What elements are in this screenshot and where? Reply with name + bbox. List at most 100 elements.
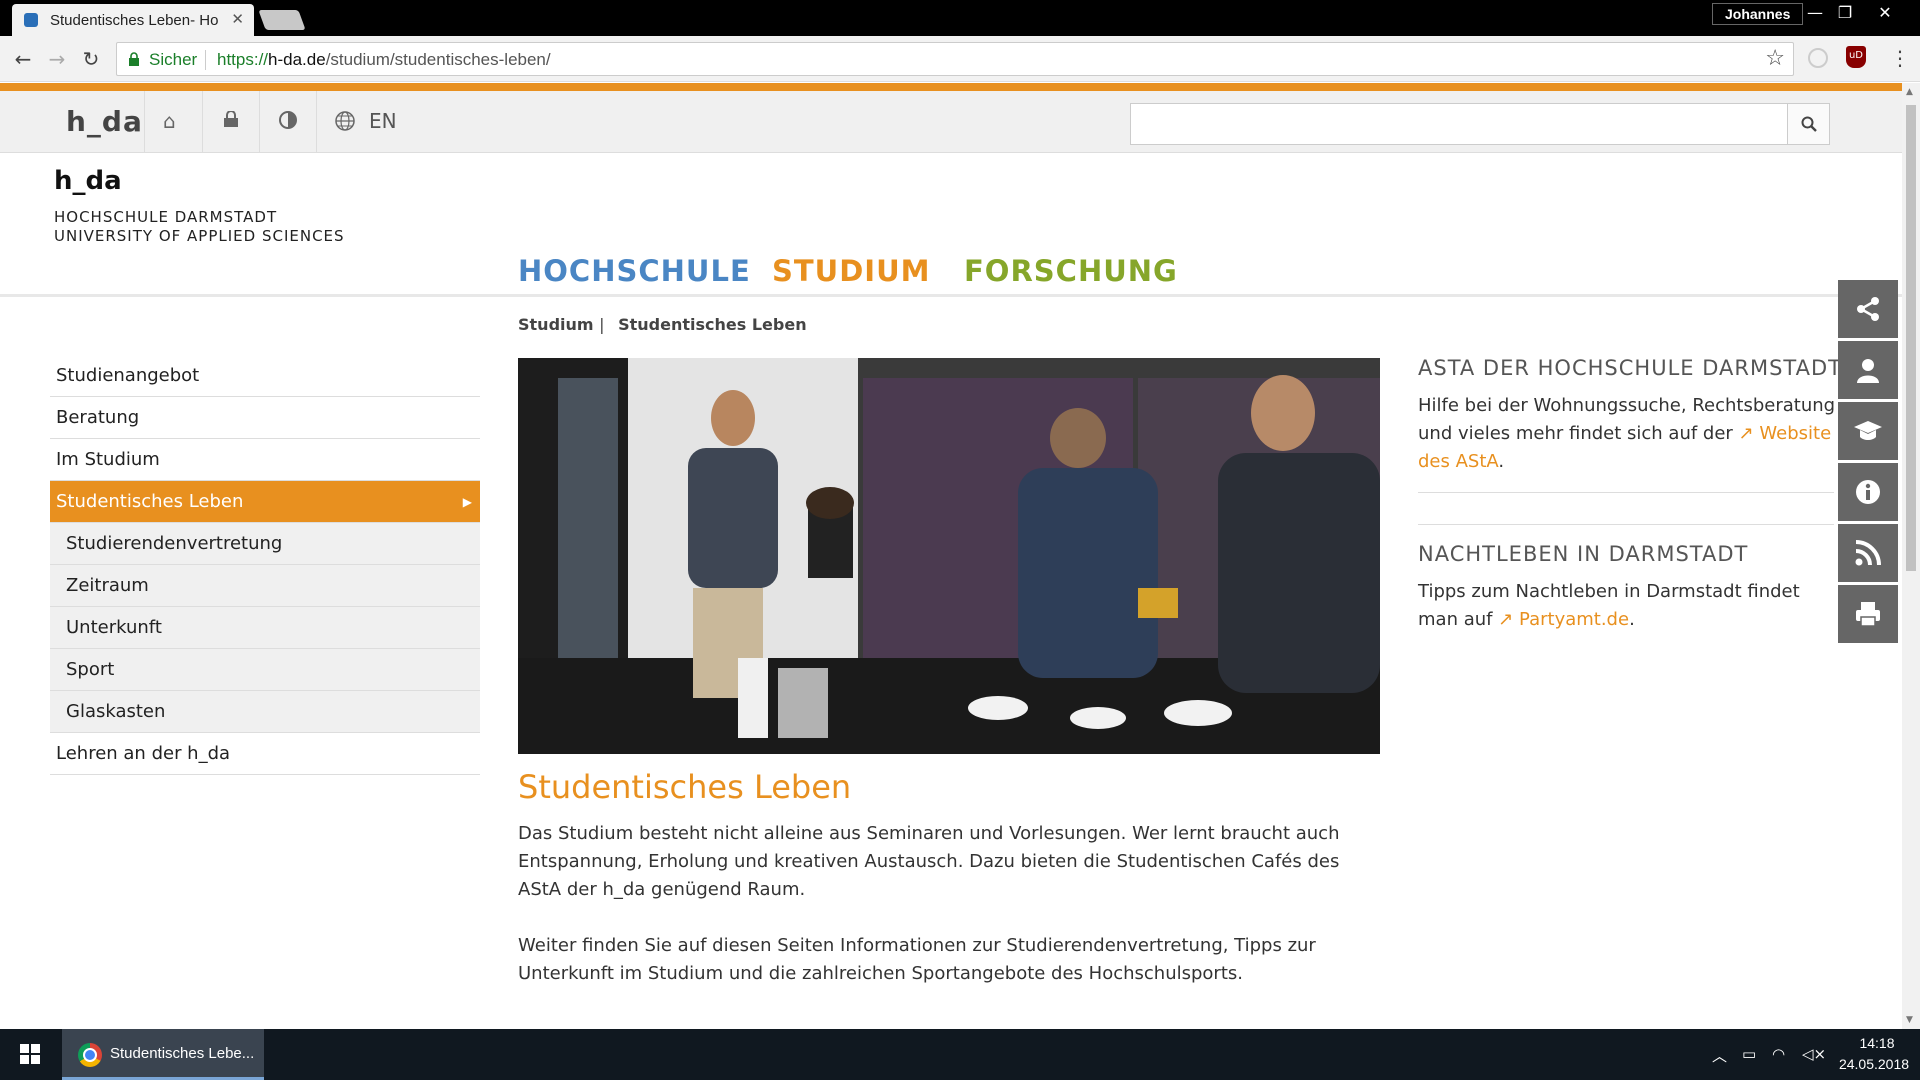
wifi-icon[interactable]: ◠ [1772, 1045, 1785, 1063]
ublock-extension-icon[interactable]: uD [1846, 46, 1866, 68]
topbar-logo[interactable]: h_da [66, 105, 143, 138]
scroll-down-icon[interactable]: ▼ [1906, 1015, 1913, 1025]
site-logo[interactable]: h_da [54, 166, 122, 196]
sidebar-item-beratung[interactable]: Beratung [50, 397, 480, 439]
battery-icon[interactable]: ▭ [1742, 1045, 1756, 1063]
taskbar-app-label: Studentisches Lebe... [110, 1045, 255, 1062]
nav-forschung[interactable]: FORSCHUNG [964, 254, 1178, 288]
lock-icon [224, 111, 238, 127]
browser-toolbar: ← → ↻ Sicher https://h-da.de/studium/stu… [0, 36, 1920, 82]
nav-divider [0, 294, 1902, 297]
browser-menu-icon[interactable]: ⋮ [1890, 46, 1910, 70]
start-button[interactable] [0, 1029, 62, 1080]
sidebar-item-glaskasten[interactable]: Glaskasten [50, 691, 480, 733]
aside-divider [1418, 492, 1834, 493]
browser-tab[interactable]: Studentisches Leben- Ho ✕ [12, 4, 254, 36]
print-icon [1856, 602, 1880, 627]
contrast-button[interactable] [259, 91, 316, 153]
back-icon[interactable]: ← [10, 46, 36, 72]
rss-icon [1855, 540, 1881, 566]
taskbar-chrome-app[interactable]: Studentisches Lebe... [62, 1029, 264, 1080]
contrast-icon [279, 111, 297, 129]
url-host: h-da.de [268, 50, 326, 69]
accent-stripe [0, 83, 1902, 91]
share-button[interactable] [1838, 280, 1898, 338]
print-button[interactable] [1838, 585, 1898, 643]
study-button[interactable] [1838, 402, 1898, 460]
secure-label: Sicher [149, 50, 198, 69]
hero-image [518, 358, 1380, 754]
sidebar-item-label: Unterkunft [66, 617, 162, 638]
cafe-scene-illustration [518, 358, 1380, 754]
url-path: /studium/studentisches-leben/ [325, 50, 551, 69]
asta-heading: ASTA DER HOCHSCHULE DARMSTADT [1418, 356, 1842, 380]
minimize-button[interactable]: — [1800, 2, 1830, 24]
forward-icon[interactable]: → [44, 46, 70, 72]
info-icon [1856, 480, 1880, 504]
tray-chevron-up-icon[interactable]: ︿ [1712, 1045, 1727, 1066]
breadcrumb-studium[interactable]: Studium [518, 315, 594, 334]
user-button[interactable] [1838, 341, 1898, 399]
chevron-right-icon: ▶ [462, 495, 472, 509]
profile-button[interactable]: Johannes [1712, 3, 1804, 25]
new-tab-button[interactable] [258, 10, 306, 30]
clock-date[interactable]: 24.05.2018 [1834, 1056, 1914, 1072]
sidebar-item-studentisches-leben[interactable]: Studentisches Leben ▶ [50, 481, 480, 523]
scroll-thumb[interactable] [1906, 105, 1916, 571]
sidebar-item-studierendenvertretung[interactable]: Studierendenvertretung [50, 523, 480, 565]
breadcrumb-current: Studentisches Leben [618, 315, 807, 334]
login-button[interactable] [202, 91, 259, 153]
user-icon [1857, 359, 1879, 383]
url-text[interactable]: https://h-da.de/studium/studentisches-le… [217, 50, 551, 70]
tab-close-button[interactable]: ✕ [231, 10, 244, 28]
tab-title: Studentisches Leben- Ho [50, 12, 219, 29]
site-topbar: h_da ⌂ EN [0, 91, 1902, 153]
aside-divider [1418, 524, 1834, 525]
speaker-muted-icon[interactable]: ◁× [1802, 1045, 1826, 1063]
sidebar-item-label: Sport [66, 659, 115, 680]
home-button[interactable]: ⌂ [144, 91, 202, 153]
logo-subtitle-de: HOCHSCHULE DARMSTADT [54, 208, 278, 226]
sidebar-item-zeitraum[interactable]: Zeitraum [50, 565, 480, 607]
graduation-cap-icon [1854, 421, 1882, 440]
restore-button[interactable]: ❐ [1830, 2, 1860, 24]
sidebar-item-lehren[interactable]: Lehren an der h_da [50, 733, 480, 775]
article-paragraph: Weiter finden Sie auf diesen Seiten Info… [518, 935, 1316, 984]
extension-icon[interactable] [1808, 48, 1828, 68]
scroll-up-icon[interactable]: ▲ [1906, 87, 1913, 97]
sidebar-item-sport[interactable]: Sport [50, 649, 480, 691]
sidebar-item-label: Zeitraum [66, 575, 149, 596]
rss-button[interactable] [1838, 524, 1898, 582]
page-scrollbar[interactable]: ▲ ▼ [1902, 83, 1920, 1029]
nav-hochschule[interactable]: HOCHSCHULE [518, 254, 751, 288]
omnibox-divider [205, 50, 206, 70]
breadcrumb-separator: | [599, 315, 605, 334]
reload-icon[interactable]: ↻ [78, 46, 104, 72]
asta-text: Hilfe bei der Wohnungssuche, Rechtsberat… [1418, 392, 1838, 476]
sidebar-item-label: Im Studium [56, 449, 160, 470]
breadcrumb: Studium | Studentisches Leben [518, 315, 807, 334]
secure-lock-icon [129, 52, 139, 66]
sidebar-item-label: Studentisches Leben [56, 491, 244, 512]
sidebar-item-unterkunft[interactable]: Unterkunft [50, 607, 480, 649]
site-search-input[interactable] [1131, 104, 1787, 144]
nightlife-heading: NACHTLEBEN IN DARMSTADT [1418, 542, 1749, 566]
sidebar-item-im-studium[interactable]: Im Studium [50, 439, 480, 481]
home-icon: ⌂ [163, 109, 176, 133]
bookmark-star-icon[interactable]: ☆ [1765, 46, 1785, 71]
close-window-button[interactable]: ✕ [1870, 2, 1900, 24]
sidebar-item-label: Glaskasten [66, 701, 166, 722]
search-button[interactable] [1787, 104, 1829, 144]
language-switch[interactable]: EN [316, 91, 406, 153]
sidebar-nav: Studienangebot Beratung Im Studium Stude… [50, 355, 480, 775]
nav-studium[interactable]: STUDIUM [772, 254, 931, 288]
external-link-icon: ↗ [1738, 423, 1754, 444]
url-scheme: https:// [217, 50, 269, 69]
address-bar[interactable]: Sicher https://h-da.de/studium/studentis… [116, 42, 1794, 76]
sidebar-item-label: Lehren an der h_da [56, 743, 231, 764]
info-button[interactable] [1838, 463, 1898, 521]
partyamt-link[interactable]: ↗ Partyamt.de [1498, 609, 1629, 630]
clock-time[interactable]: 14:18 [1852, 1035, 1902, 1051]
sidebar-item-studienangebot[interactable]: Studienangebot [50, 355, 480, 397]
external-link-icon: ↗ [1498, 609, 1514, 630]
